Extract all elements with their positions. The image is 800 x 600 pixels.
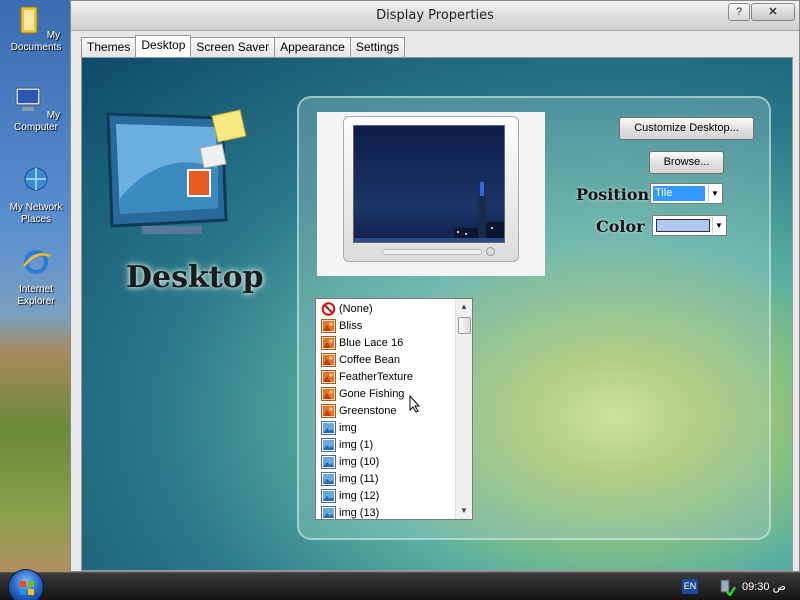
- chevron-down-icon[interactable]: ▼: [712, 217, 725, 234]
- wallpaper-list-item-label: img (13): [339, 507, 380, 519]
- position-select-value: Tile: [653, 186, 705, 201]
- scroll-up-icon[interactable]: ▲: [456, 299, 472, 315]
- picture-icon: [321, 336, 336, 350]
- color-picker[interactable]: ▼: [652, 215, 727, 236]
- preview-monitor-bezel: [343, 116, 519, 262]
- wallpaper-list-item-label: Coffee Bean: [339, 354, 400, 366]
- wallpaper-list-item-label: img (10): [339, 456, 380, 468]
- wallpaper-list-item-label: FeatherTexture: [339, 371, 413, 383]
- image-file-icon: [321, 506, 336, 519]
- color-label: Color :: [596, 217, 657, 236]
- wallpaper-list-item[interactable]: img (11): [319, 471, 457, 488]
- wallpaper-list-item-label: (None): [339, 303, 373, 315]
- ie-icon: [23, 250, 51, 274]
- tab-themes[interactable]: Themes: [81, 37, 137, 57]
- image-file-icon: [321, 455, 336, 469]
- wallpaper-list-item[interactable]: FeatherTexture: [319, 369, 457, 386]
- preview-monitor-stand: [382, 249, 482, 255]
- city-skyline-icon: [354, 182, 504, 242]
- wallpaper-list-item[interactable]: Greenstone: [319, 403, 457, 420]
- desktop-heading: Desktop: [126, 260, 264, 295]
- wallpaper-list-item-label: Greenstone: [339, 405, 397, 417]
- wallpaper-list-item[interactable]: img: [319, 420, 457, 437]
- desktop-icon-my-documents[interactable]: My Documents: [0, 4, 72, 54]
- desktop-background: My Documents My Computer My Network Plac…: [0, 0, 72, 572]
- wallpaper-list-item-label: Blue Lace 16: [339, 337, 404, 349]
- wallpaper-list-item-label: img: [339, 422, 357, 434]
- browse-button[interactable]: Browse...: [649, 151, 724, 174]
- wallpaper-list-item[interactable]: img (1): [319, 437, 457, 454]
- taskbar: EN 09:30 ص: [0, 569, 800, 600]
- network-icon: [24, 167, 48, 191]
- windows-logo-icon: [20, 581, 34, 595]
- none-icon: [321, 302, 336, 316]
- vertical-scrollbar[interactable]: ▲ ▼: [455, 299, 472, 519]
- wallpaper-list[interactable]: (None) Bliss Blue Lace 16 Coffee Bean Feathe…: [315, 298, 473, 520]
- preview-power-knob: [486, 247, 495, 256]
- window-title: Display Properties: [376, 8, 494, 23]
- clock[interactable]: 09:30 ص: [742, 580, 786, 593]
- picture-icon: [321, 404, 336, 418]
- color-swatch: [656, 219, 710, 232]
- wallpaper-list-item[interactable]: Coffee Bean: [319, 352, 457, 369]
- picture-icon: [321, 353, 336, 367]
- position-label: Position :: [576, 185, 661, 204]
- desktop-icon-label: My Network Places: [9, 202, 63, 225]
- folder-icon: [20, 6, 38, 34]
- position-select[interactable]: Tile ▼: [650, 183, 723, 204]
- wallpaper-preview: [317, 112, 545, 276]
- title-bar[interactable]: Display Properties ? ✕: [71, 1, 799, 31]
- tab-settings[interactable]: Settings: [349, 37, 406, 57]
- wallpaper-list-item[interactable]: img (12): [319, 488, 457, 505]
- scroll-thumb[interactable]: [458, 317, 471, 334]
- start-button[interactable]: [8, 569, 44, 600]
- wallpaper-list-item-label: img (1): [339, 439, 374, 451]
- image-file-icon: [321, 472, 336, 486]
- wallpaper-list-item[interactable]: img (13): [319, 505, 457, 519]
- picture-icon: [321, 370, 336, 384]
- tab-desktop[interactable]: Desktop: [135, 35, 192, 57]
- wallpaper-list-item-label: img (12): [339, 490, 380, 502]
- language-indicator[interactable]: EN: [682, 579, 698, 594]
- tab-appearance[interactable]: Appearance: [274, 37, 351, 57]
- computer-icon: [15, 87, 41, 111]
- wallpaper-list-item[interactable]: img (10): [319, 454, 457, 471]
- wallpaper-list-item[interactable]: Bliss: [319, 318, 457, 335]
- tab-screen-saver[interactable]: Screen Saver: [190, 37, 276, 57]
- network-status-icon[interactable]: [718, 578, 736, 596]
- picture-icon: [321, 319, 336, 333]
- preview-screen: [353, 125, 505, 243]
- chevron-down-icon[interactable]: ▼: [708, 185, 721, 202]
- wallpaper-list-item[interactable]: Blue Lace 16: [319, 335, 457, 352]
- wallpaper-list-item[interactable]: (None): [319, 301, 457, 318]
- desktop-icon-internet-explorer[interactable]: Internet Explorer: [0, 246, 72, 308]
- mouse-cursor-icon: [409, 395, 421, 413]
- help-button[interactable]: ?: [728, 3, 750, 21]
- customize-desktop-button[interactable]: Customize Desktop...: [619, 117, 754, 140]
- image-file-icon: [321, 489, 336, 503]
- wallpaper-list-item-label: Gone Fishing: [339, 388, 405, 400]
- image-file-icon: [321, 421, 336, 435]
- desktop-monitor-illustration: [106, 109, 247, 234]
- scroll-down-icon[interactable]: ▼: [456, 503, 472, 519]
- desktop-icon-my-network-places[interactable]: My Network Places: [0, 164, 72, 226]
- desktop-icon-label: Internet Explorer: [17, 284, 55, 307]
- wallpaper-list-item[interactable]: Gone Fishing: [319, 386, 457, 403]
- wallpaper-list-item-label: img (11): [339, 473, 379, 485]
- picture-icon: [321, 387, 336, 401]
- wallpaper-list-item-label: Bliss: [339, 320, 363, 332]
- desktop-tab-pane: Desktop Customize Desktop... Browse... P…: [81, 57, 793, 571]
- display-properties-window: Display Properties ? ✕ Themes Desktop Sc…: [70, 0, 800, 572]
- image-file-icon: [321, 438, 336, 452]
- tab-bar: Themes Desktop Screen Saver Appearance S…: [81, 35, 406, 57]
- close-button[interactable]: ✕: [751, 3, 795, 21]
- desktop-icon-my-computer[interactable]: My Computer: [0, 84, 72, 134]
